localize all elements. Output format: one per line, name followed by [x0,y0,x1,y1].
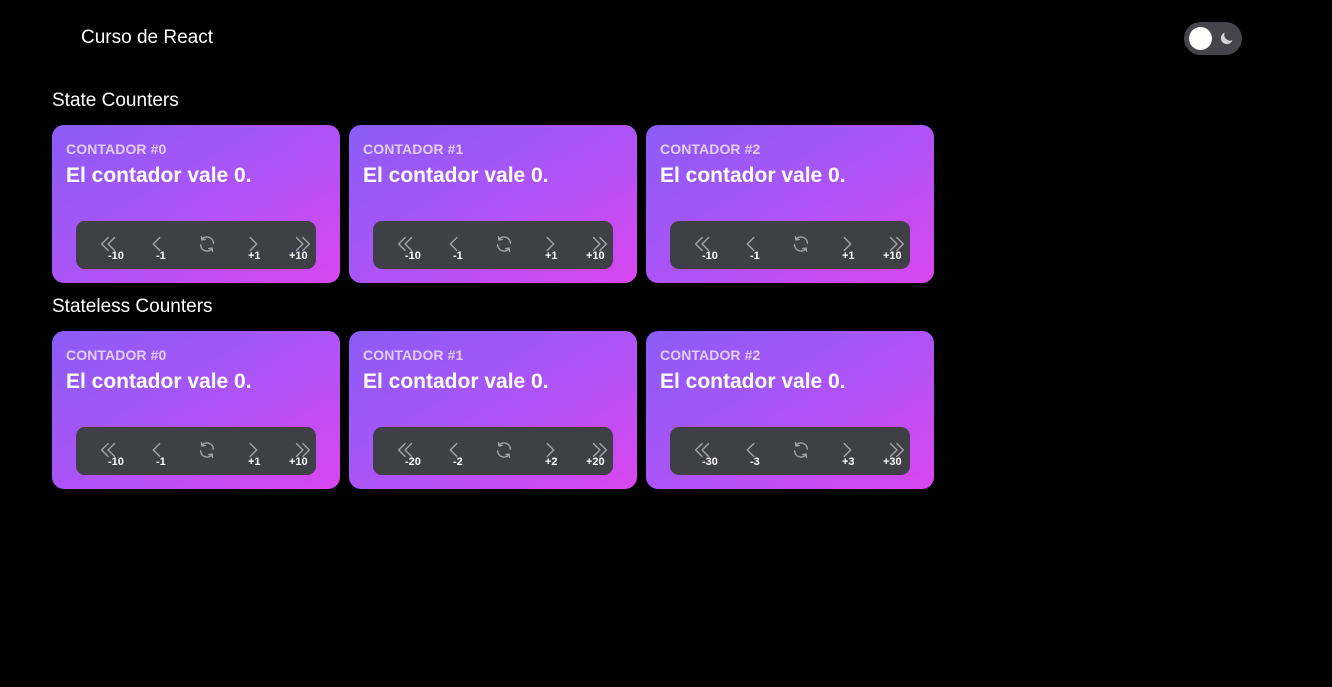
refresh-icon [496,441,512,459]
reset-button[interactable] [184,221,228,269]
reset-button[interactable] [184,427,228,475]
increment-button[interactable]: +2 [527,427,571,475]
step-label: -10 [702,250,718,262]
step-label: -20 [405,456,421,468]
counter-card: CONTADOR #0 El contador vale 0. -10 -1 +1 +… [52,125,340,283]
app-title: Curso de React [81,27,214,48]
counter-controls: -20 -2 +2 +20 [373,427,613,475]
reset-button[interactable] [778,427,822,475]
step-label: -30 [702,456,718,468]
step-label: -1 [156,250,166,262]
decrement-large-button[interactable]: -10 [86,427,130,475]
section-title-stateless: Stateless Counters [52,296,213,317]
increment-button[interactable]: +3 [824,427,868,475]
moon-icon [1220,32,1233,45]
decrement-button[interactable]: -1 [134,427,178,475]
section-title-state: State Counters [52,90,179,111]
step-label: -10 [405,250,421,262]
step-label: +1 [248,456,261,468]
counter-controls: -10 -1 +1 +10 [373,221,613,269]
counter-controls: -30 -3 +3 +30 [670,427,910,475]
increment-button[interactable]: +1 [230,427,274,475]
card-label: CONTADOR #1 [363,347,464,363]
step-label: -10 [108,250,124,262]
counter-controls: -10 -1 +1 +10 [76,427,316,475]
counter-card: CONTADOR #0 El contador vale 0. -10 -1 +1 +… [52,331,340,489]
app-root: Curso de React State Counters CONTADOR #… [0,0,1332,687]
refresh-icon [496,235,512,253]
increment-large-button[interactable]: +10 [279,427,323,475]
refresh-icon [793,441,809,459]
card-value: El contador vale 0. [66,370,252,393]
refresh-icon [199,235,215,253]
counter-card: CONTADOR #1 El contador vale 0. -20 -2 +2 +… [349,331,637,489]
card-label: CONTADOR #1 [363,141,464,157]
decrement-large-button[interactable]: -30 [680,427,724,475]
counter-controls: -10 -1 +1 +10 [670,221,910,269]
step-label: -1 [156,456,166,468]
step-label: -2 [453,456,463,468]
decrement-large-button[interactable]: -10 [383,221,427,269]
card-value: El contador vale 0. [363,164,549,187]
card-value: El contador vale 0. [660,370,846,393]
card-label: CONTADOR #2 [660,347,761,363]
counter-card: CONTADOR #2 El contador vale 0. -30 -3 +3 +… [646,331,934,489]
card-value: El contador vale 0. [66,164,252,187]
counter-card: CONTADOR #1 El contador vale 0. -10 -1 +1 +… [349,125,637,283]
counter-controls: -10 -1 +1 +10 [76,221,316,269]
step-label: -1 [453,250,463,262]
card-label: CONTADOR #0 [66,141,167,157]
step-label: +10 [289,456,308,468]
decrement-button[interactable]: -1 [728,221,772,269]
step-label: +1 [842,250,855,262]
card-value: El contador vale 0. [660,164,846,187]
card-label: CONTADOR #0 [66,347,167,363]
header: Curso de React [0,0,1332,76]
decrement-large-button[interactable]: -10 [86,221,130,269]
step-label: +10 [289,250,308,262]
reset-button[interactable] [481,221,525,269]
step-label: -1 [750,250,760,262]
decrement-large-button[interactable]: -20 [383,427,427,475]
increment-button[interactable]: +1 [527,221,571,269]
step-label: +3 [842,456,855,468]
decrement-button[interactable]: -3 [728,427,772,475]
toggle-knob [1189,27,1212,50]
reset-button[interactable] [481,427,525,475]
decrement-large-button[interactable]: -10 [680,221,724,269]
increment-large-button[interactable]: +10 [873,221,917,269]
step-label: +20 [586,456,605,468]
card-label: CONTADOR #2 [660,141,761,157]
increment-large-button[interactable]: +10 [576,221,620,269]
stateless-counters-row: CONTADOR #0 El contador vale 0. -10 -1 +1 +… [52,331,934,489]
step-label: +1 [248,250,261,262]
reset-button[interactable] [778,221,822,269]
step-label: +30 [883,456,902,468]
step-label: +10 [883,250,902,262]
card-value: El contador vale 0. [363,370,549,393]
step-label: +2 [545,456,558,468]
counter-card: CONTADOR #2 El contador vale 0. -10 -1 +1 +… [646,125,934,283]
step-label: -10 [108,456,124,468]
step-label: +10 [586,250,605,262]
step-label: -3 [750,456,760,468]
increment-button[interactable]: +1 [824,221,868,269]
increment-button[interactable]: +1 [230,221,274,269]
state-counters-row: CONTADOR #0 El contador vale 0. -10 -1 +1 +… [52,125,934,283]
refresh-icon [793,235,809,253]
increment-large-button[interactable]: +10 [279,221,323,269]
increment-large-button[interactable]: +20 [576,427,620,475]
increment-large-button[interactable]: +30 [873,427,917,475]
decrement-button[interactable]: -1 [134,221,178,269]
decrement-button[interactable]: -1 [431,221,475,269]
step-label: +1 [545,250,558,262]
theme-toggle[interactable] [1184,22,1242,55]
refresh-icon [199,441,215,459]
decrement-button[interactable]: -2 [431,427,475,475]
